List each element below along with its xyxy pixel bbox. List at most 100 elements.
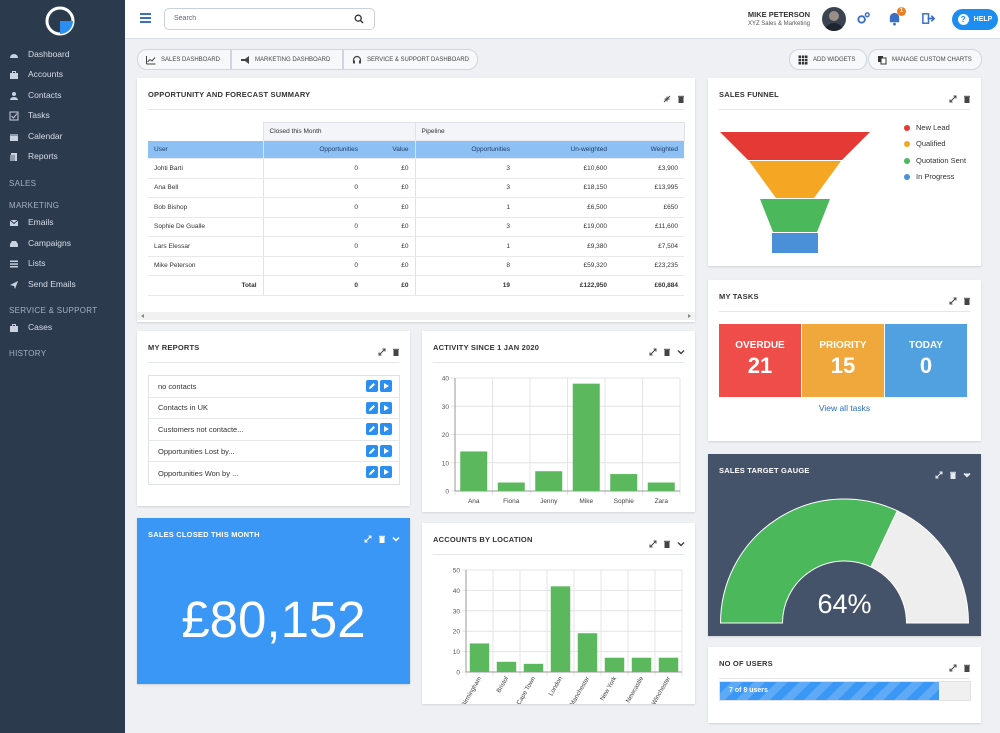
scroll-left-icon[interactable]: [141, 314, 145, 318]
sidebar-item-accounts[interactable]: Accounts: [9, 66, 63, 82]
list-item[interactable]: Customers not contacte...: [149, 419, 399, 441]
avatar[interactable]: [822, 7, 846, 31]
sidebar-section-history[interactable]: HISTORY: [9, 349, 46, 358]
edit-icon[interactable]: [366, 423, 378, 436]
chevron-down-icon[interactable]: [392, 530, 400, 542]
sidebar-item-calendar[interactable]: Calendar: [9, 128, 63, 144]
help-button[interactable]: ? HELP: [952, 9, 998, 30]
bar[interactable]: [577, 633, 598, 672]
play-icon[interactable]: [380, 466, 392, 479]
bar[interactable]: [469, 643, 490, 672]
expand-icon[interactable]: [649, 535, 657, 548]
legend-qualified[interactable]: Qualified: [904, 139, 946, 148]
sidebar-item-campaigns[interactable]: Campaigns: [9, 235, 71, 251]
bar[interactable]: [460, 451, 488, 491]
user-info[interactable]: MIKE PETERSON XYZ Sales & Marketing: [748, 10, 810, 27]
search-icon[interactable]: [354, 14, 364, 24]
funnel-stage-qualified[interactable]: [749, 161, 841, 198]
legend-new-lead[interactable]: New Lead: [904, 123, 950, 132]
trash-icon[interactable]: [663, 343, 670, 356]
sidebar-item-emails[interactable]: Emails: [9, 214, 54, 230]
trash-icon[interactable]: [949, 466, 956, 479]
expand-icon[interactable]: [649, 343, 657, 356]
bar[interactable]: [604, 657, 625, 672]
task-box-priority[interactable]: PRIORITY 15: [802, 324, 884, 397]
sidebar-item-tasks[interactable]: Tasks: [9, 107, 50, 123]
bar[interactable]: [535, 471, 563, 491]
bar[interactable]: [497, 482, 525, 491]
expand-icon[interactable]: [949, 90, 957, 103]
view-all-tasks-link[interactable]: View all tasks: [708, 403, 981, 413]
play-icon[interactable]: [380, 423, 392, 436]
sidebar-item-lists[interactable]: Lists: [9, 255, 45, 271]
app-logo[interactable]: [44, 5, 76, 37]
add-widgets-button[interactable]: ADD WIDGETS: [789, 49, 867, 70]
trash-icon[interactable]: [963, 292, 970, 305]
list-item[interactable]: Opportunities Won by ...: [149, 462, 399, 484]
column-header[interactable]: Opportunities: [414, 140, 516, 159]
column-header[interactable]: Value: [364, 140, 415, 159]
bar[interactable]: [523, 663, 544, 672]
scroll-right-icon[interactable]: [687, 314, 691, 318]
sidebar-section-marketing[interactable]: MARKETING: [9, 201, 59, 210]
expand-icon[interactable]: [935, 466, 943, 479]
task-box-today[interactable]: TODAY 0: [885, 324, 967, 397]
manage-custom-charts-button[interactable]: MANAGE CUSTOM CHARTS: [868, 49, 982, 70]
expand-icon[interactable]: [949, 659, 957, 672]
sidebar-item-send-emails[interactable]: Send Emails: [9, 276, 76, 292]
expand-icon[interactable]: [949, 292, 957, 305]
task-box-overdue[interactable]: OVERDUE 21: [719, 324, 801, 397]
chevron-down-icon[interactable]: [677, 343, 685, 355]
horizontal-scrollbar[interactable]: [137, 312, 695, 320]
chevron-down-icon[interactable]: [963, 466, 971, 478]
play-icon[interactable]: [380, 401, 392, 414]
edit-icon[interactable]: [366, 380, 378, 392]
list-item[interactable]: no contacts: [149, 376, 399, 398]
settings-icon[interactable]: [856, 11, 871, 26]
list-item[interactable]: Opportunities Lost by...: [149, 441, 399, 463]
logout-icon[interactable]: [921, 11, 936, 26]
trash-icon[interactable]: [677, 90, 684, 103]
column-header[interactable]: Weighted: [613, 140, 684, 159]
trash-icon[interactable]: [663, 535, 670, 548]
tab-service-support-dashboard[interactable]: SERVICE & SUPPORT DASHBOARD: [343, 49, 478, 70]
funnel-stage-new-lead[interactable]: [720, 132, 870, 160]
funnel-stage-in-progress[interactable]: [772, 233, 818, 253]
edit-icon[interactable]: [366, 401, 378, 414]
column-header[interactable]: Opportunities: [262, 140, 364, 159]
bar[interactable]: [572, 383, 600, 491]
sidebar-section-sales[interactable]: SALES: [9, 179, 36, 188]
bar[interactable]: [550, 586, 571, 672]
edit-icon[interactable]: [366, 466, 378, 479]
trash-icon[interactable]: [963, 659, 970, 672]
edit-icon[interactable]: [366, 444, 378, 457]
sidebar-item-reports[interactable]: Reports: [9, 148, 58, 164]
bar[interactable]: [631, 657, 652, 672]
column-header[interactable]: User: [148, 140, 263, 159]
sidebar-item-contacts[interactable]: Contacts: [9, 87, 62, 103]
sidebar-item-dashboard[interactable]: Dashboard: [9, 46, 70, 62]
list-item[interactable]: Contacts in UK: [149, 398, 399, 420]
play-icon[interactable]: [380, 444, 392, 457]
trash-icon[interactable]: [963, 90, 970, 103]
sidebar-item-cases[interactable]: Cases: [9, 319, 52, 335]
bar[interactable]: [647, 482, 675, 491]
collapse-icon[interactable]: [663, 90, 671, 103]
column-header[interactable]: Un-weighted: [516, 140, 613, 159]
trash-icon[interactable]: [392, 343, 399, 356]
trash-icon[interactable]: [378, 530, 385, 543]
tab-sales-dashboard[interactable]: SALES DASHBOARD: [137, 49, 231, 70]
search-input[interactable]: [174, 15, 344, 22]
funnel-stage-quotation-sent[interactable]: [760, 199, 830, 232]
bar[interactable]: [610, 474, 638, 491]
sidebar-section-service[interactable]: SERVICE & SUPPORT: [9, 306, 97, 315]
expand-icon[interactable]: [378, 343, 386, 356]
tab-marketing-dashboard[interactable]: MARKETING DASHBOARD: [231, 49, 343, 70]
expand-icon[interactable]: [364, 530, 372, 543]
hamburger-menu-icon[interactable]: [140, 13, 151, 23]
legend-quotation-sent[interactable]: Quotation Sent: [904, 156, 966, 165]
play-icon[interactable]: [380, 380, 392, 392]
chevron-down-icon[interactable]: [677, 535, 685, 547]
legend-in-progress[interactable]: In Progress: [904, 172, 954, 181]
bar[interactable]: [496, 661, 517, 672]
